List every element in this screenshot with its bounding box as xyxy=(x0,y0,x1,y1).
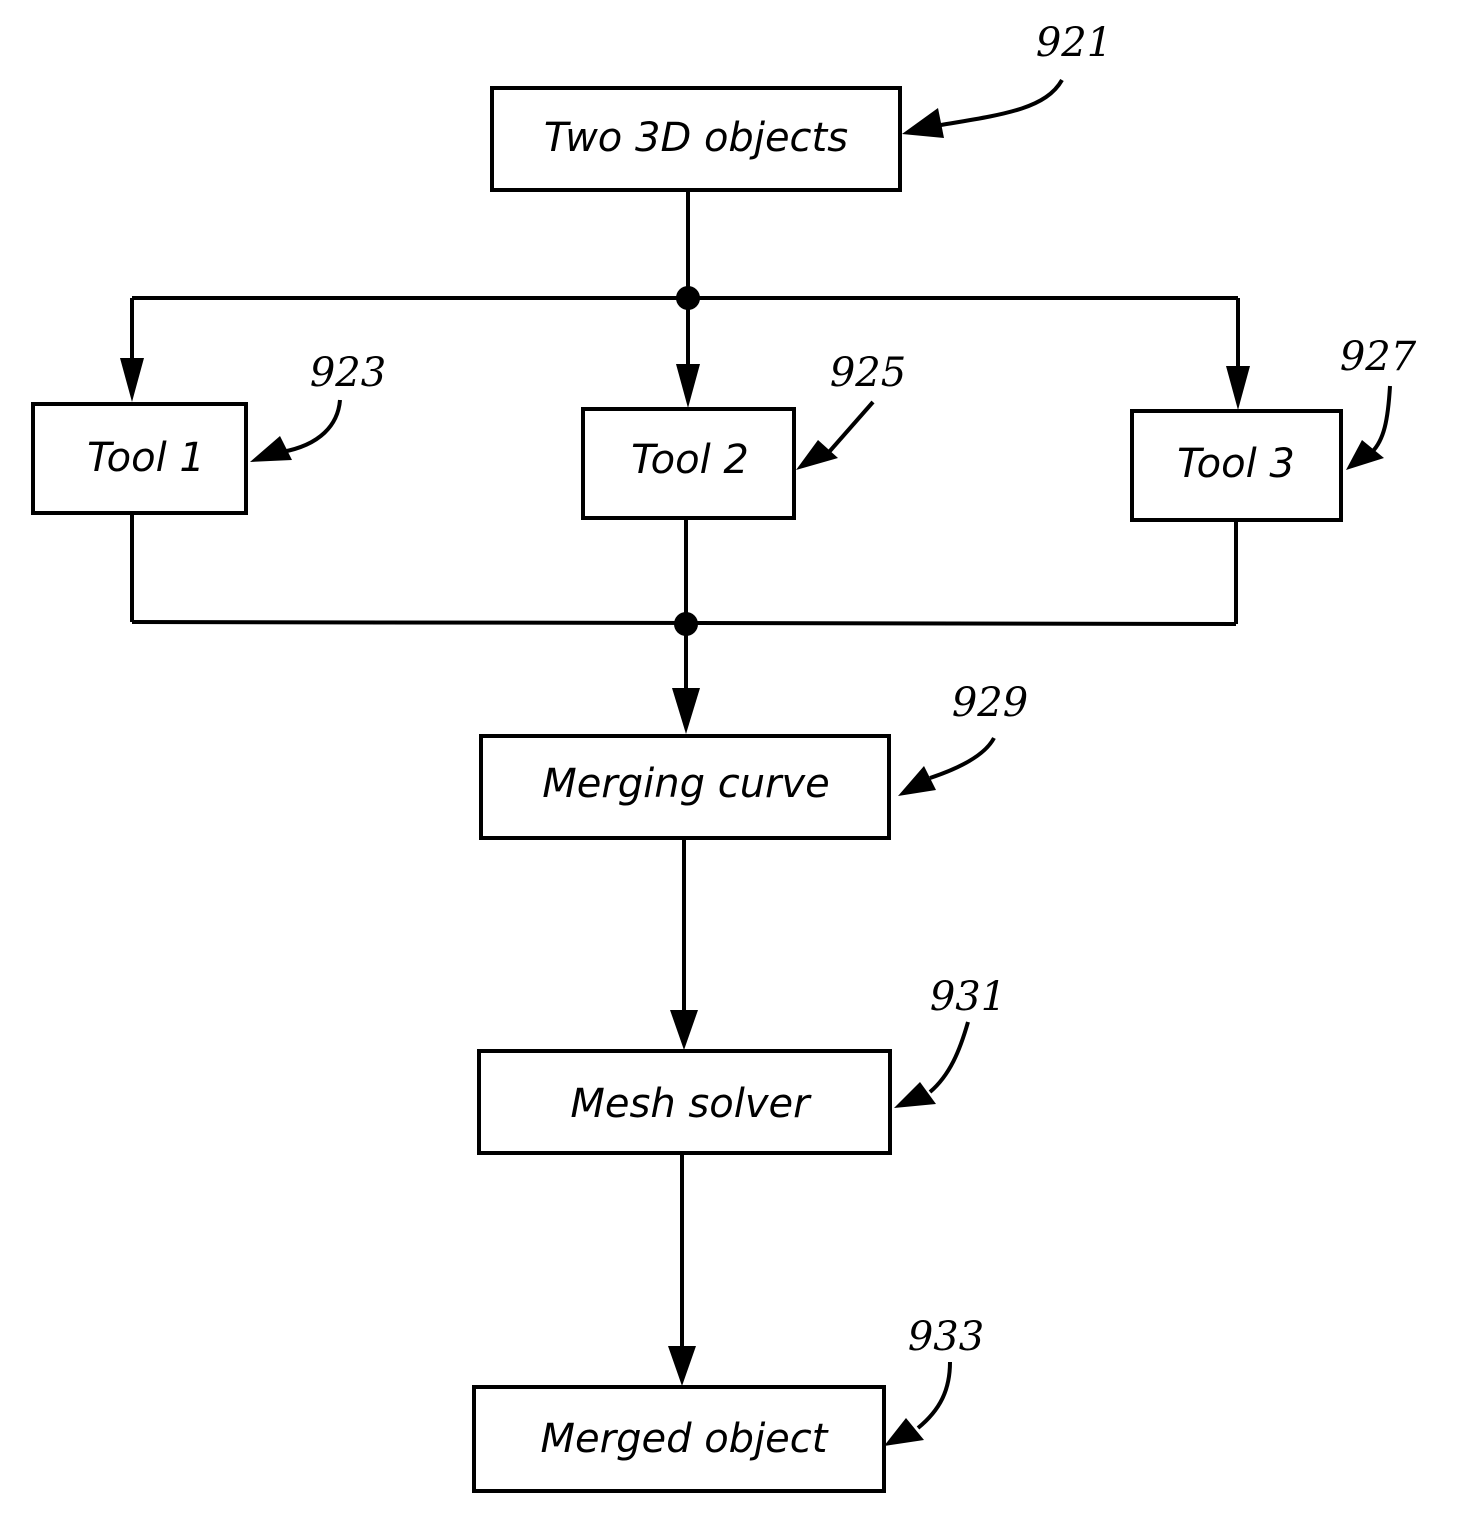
node-label: Mesh solver xyxy=(570,1081,812,1127)
reference-numeral: 931 xyxy=(930,974,1006,1020)
leader-arrowhead xyxy=(250,436,292,462)
leader-arrowhead xyxy=(884,1418,924,1446)
ref-927: 927 xyxy=(1340,334,1417,470)
ref-929: 929 xyxy=(898,680,1028,796)
reference-numeral: 925 xyxy=(830,350,906,396)
reference-numeral: 927 xyxy=(1340,334,1417,380)
reference-numeral: 933 xyxy=(908,1314,984,1360)
leader-line xyxy=(934,78,1064,128)
node-two-3d-objects: Two 3D objects xyxy=(490,86,902,192)
reference-numeral: 921 xyxy=(1036,20,1112,66)
ref-923: 923 xyxy=(250,350,386,462)
node-tool-1: Tool 1 xyxy=(31,402,248,515)
leader-arrowhead xyxy=(898,766,936,796)
flowchart-canvas: Two 3D objects Tool 1 Tool 2 Tool 3 Merg… xyxy=(31,20,1417,1493)
node-label: Tool 3 xyxy=(1177,441,1295,487)
ref-933: 933 xyxy=(884,1314,984,1446)
reference-numeral: 929 xyxy=(952,680,1028,726)
reference-numeral: 923 xyxy=(310,350,386,396)
split-junction-dot xyxy=(676,286,700,310)
leader-line xyxy=(916,1361,952,1430)
ref-921: 921 xyxy=(902,20,1112,138)
join-junction-dot xyxy=(674,612,698,636)
node-label: Tool 1 xyxy=(87,435,205,481)
node-tool-2: Tool 2 xyxy=(581,407,796,520)
ref-931: 931 xyxy=(894,974,1006,1108)
arrowhead-merging xyxy=(672,688,700,734)
node-merging-curve: Merging curve xyxy=(479,734,891,840)
arrowhead-tool3 xyxy=(1226,366,1250,410)
ref-925: 925 xyxy=(796,350,906,470)
arrowhead-tool1 xyxy=(120,358,144,402)
leader-line xyxy=(1370,385,1392,454)
node-label: Merged object xyxy=(541,1416,829,1462)
node-tool-3: Tool 3 xyxy=(1130,409,1343,522)
node-label: Merging curve xyxy=(542,761,830,807)
arrowhead-merged xyxy=(668,1346,696,1386)
leader-arrowhead xyxy=(796,440,838,470)
node-label: Two 3D objects xyxy=(544,115,848,161)
leader-line xyxy=(281,399,342,454)
node-mesh-solver: Mesh solver xyxy=(477,1049,892,1155)
arrowhead-solver xyxy=(670,1010,698,1050)
leader-line xyxy=(928,1021,970,1094)
leader-arrowhead xyxy=(894,1082,936,1108)
node-merged-object: Merged object xyxy=(472,1385,886,1493)
leader-arrowhead xyxy=(902,108,944,138)
node-label: Tool 2 xyxy=(631,437,749,483)
leader-line xyxy=(929,736,996,780)
arrowhead-tool2 xyxy=(676,364,700,408)
